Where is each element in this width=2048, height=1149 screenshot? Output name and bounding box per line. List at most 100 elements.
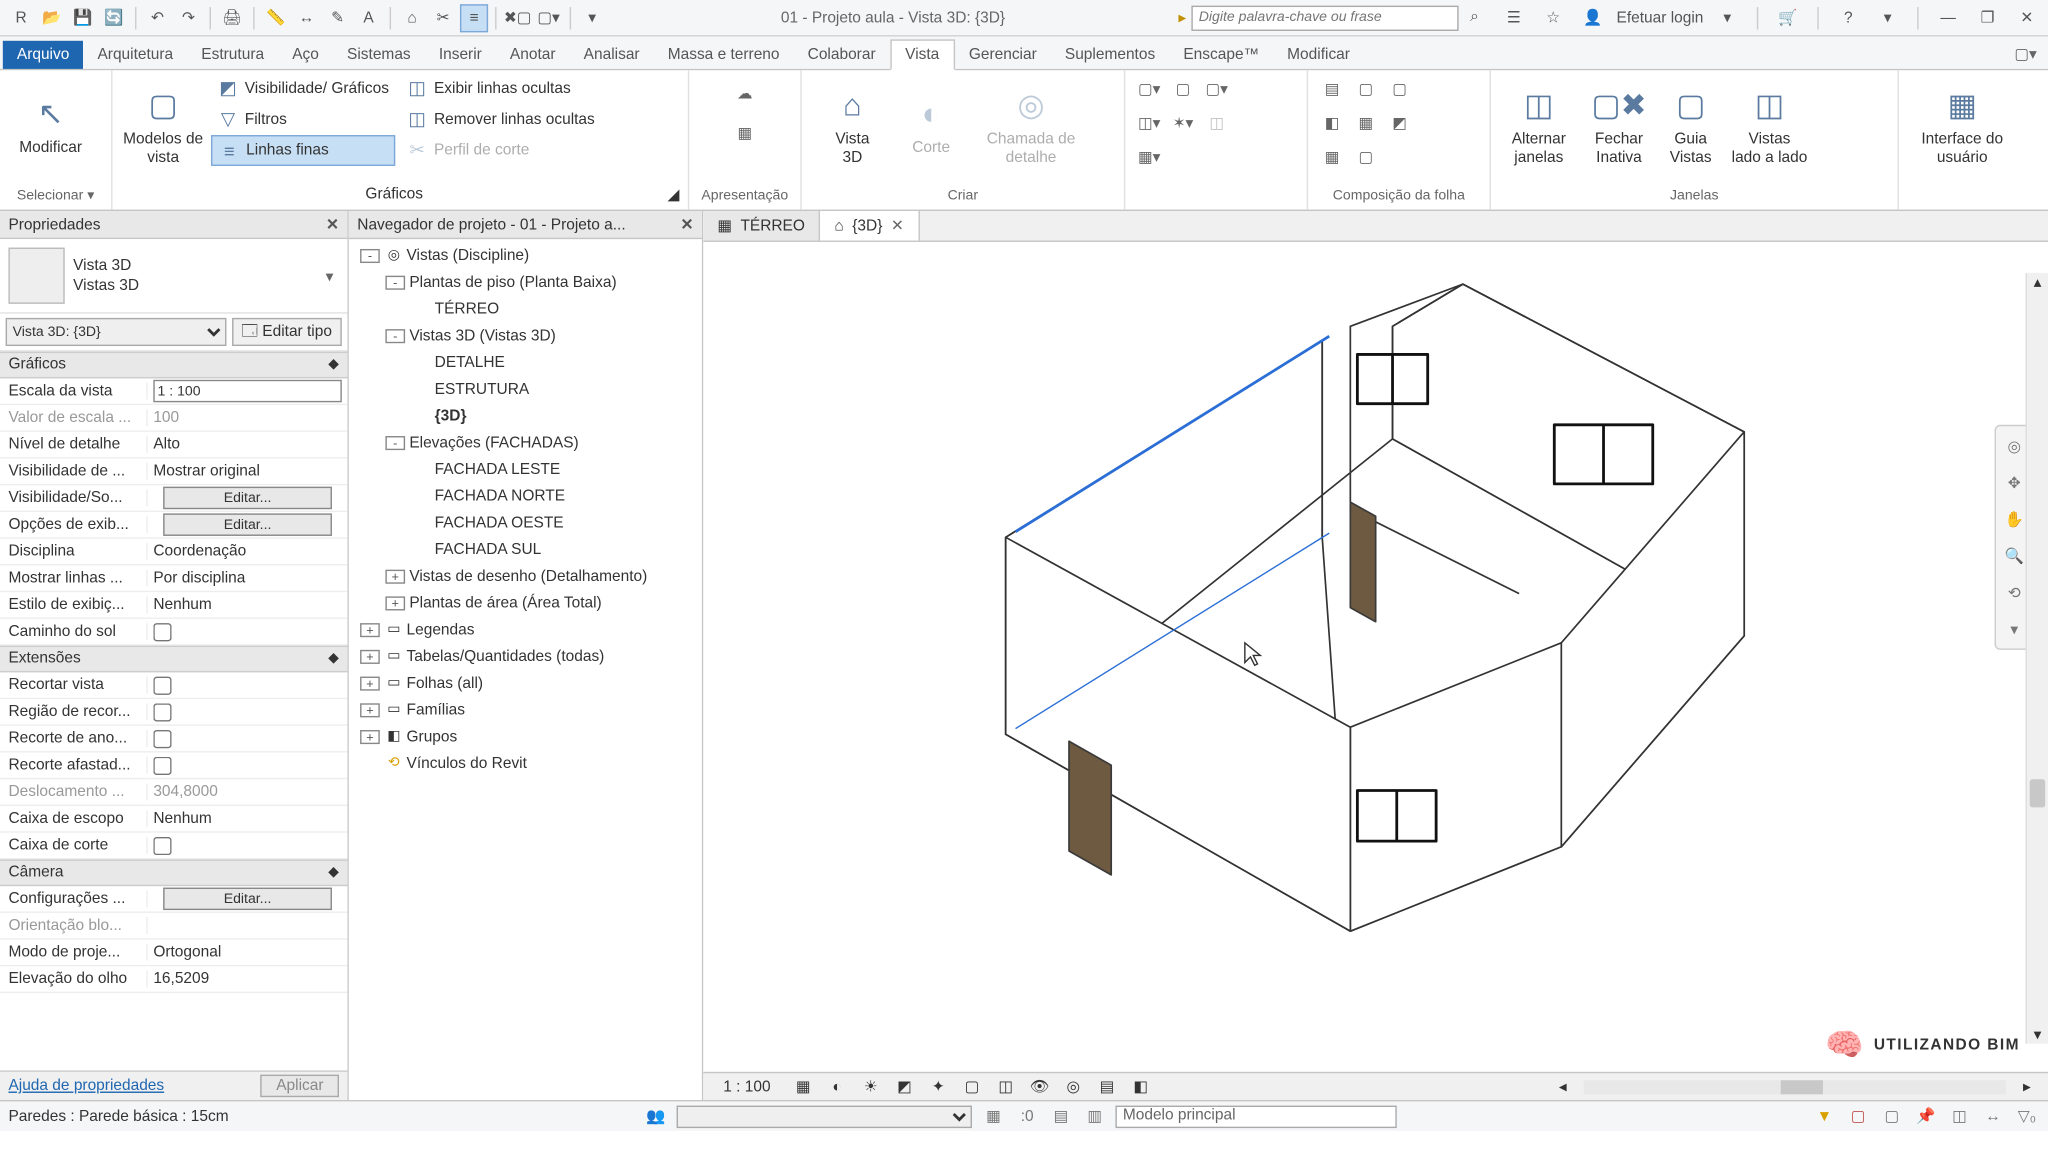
sel-pinned-icon[interactable]: 📌 [1913, 1105, 1938, 1128]
matchline2-icon[interactable]: ◩ [1384, 107, 1415, 138]
sync-icon[interactable]: 🔄 [100, 4, 128, 32]
prop-row[interactable]: Modo de proje...Ortogonal [0, 940, 347, 967]
viewref-icon[interactable]: ▦ [1317, 141, 1348, 172]
prop-value[interactable]: Nenhum [148, 596, 348, 613]
scope-icon[interactable]: ◫ [1201, 107, 1232, 138]
cut-profile-button[interactable]: ✂Perfil de corte [400, 135, 600, 166]
elevation-icon[interactable]: ▢ [1167, 73, 1198, 104]
rendering-icon[interactable]: ✦ [926, 1075, 951, 1098]
help-dropdown[interactable]: ▾ [1874, 4, 1902, 32]
tab-arquitetura[interactable]: Arquitetura [83, 41, 187, 69]
prop-row[interactable]: Mostrar linhas ...Por disciplina [0, 565, 347, 592]
vertical-scrollbar[interactable]: ▴▾ [2026, 273, 2048, 1044]
prop-category[interactable]: Extensões⬥ [0, 646, 347, 673]
prop-value[interactable]: 16,5209 [148, 971, 348, 988]
text-icon[interactable]: A [354, 4, 382, 32]
dimension-icon[interactable]: ↔ [293, 4, 321, 32]
sunpath-icon[interactable]: ☀ [858, 1075, 883, 1098]
main-model-icon[interactable]: ▤ [1048, 1105, 1073, 1128]
tab-file[interactable]: Arquivo [3, 41, 84, 69]
prop-input[interactable] [153, 380, 341, 403]
design-options-combo[interactable]: Modelo principal [1116, 1105, 1397, 1128]
tab-analisar[interactable]: Analisar [570, 41, 654, 69]
filters-button[interactable]: ▽Filtros [211, 104, 395, 135]
duplicate-icon[interactable]: ◫▾ [1134, 107, 1165, 138]
filter-count-icon[interactable]: ▽₀ [2014, 1105, 2039, 1128]
3dview-button[interactable]: ⌂Vista 3D [810, 73, 894, 177]
ribbon-collapse-icon[interactable]: ▢▾ [2003, 39, 2048, 69]
tree-twisty[interactable]: + [360, 622, 380, 636]
prop-row[interactable]: Escala da vista [0, 378, 347, 405]
prop-row[interactable]: Região de recor... [0, 699, 347, 726]
user-icon[interactable]: 👤 [1579, 4, 1607, 32]
close-icon[interactable]: ✕ [2013, 4, 2041, 32]
pan-icon[interactable]: ✋ [2000, 505, 2028, 533]
hscroll-right-icon[interactable]: ▸ [2014, 1075, 2039, 1098]
prop-row[interactable]: Estilo de exibiç...Nenhum [0, 592, 347, 619]
viewport-icon[interactable]: ▢ [1350, 141, 1381, 172]
search-apps-icon[interactable]: ⌕ [1460, 4, 1488, 32]
edit-type-button[interactable]: 🗔Editar tipo [231, 318, 341, 346]
view-tab[interactable]: ⌂{3D}✕ [820, 211, 919, 241]
properties-close-icon[interactable]: ✕ [326, 215, 339, 233]
sel-face-icon[interactable]: ◫ [1947, 1105, 1972, 1128]
schedules-icon[interactable]: ▦▾ [1134, 141, 1165, 172]
prop-row[interactable]: Nível de detalheAlto [0, 432, 347, 459]
tree-twisty[interactable]: - [360, 248, 380, 262]
unhide-icon[interactable]: 👁 [1027, 1075, 1052, 1098]
panel-present-label[interactable]: Apresentação [698, 186, 792, 207]
revisions-icon[interactable]: ◧ [1317, 107, 1348, 138]
tab-anotar[interactable]: Anotar [496, 41, 570, 69]
tree-node[interactable]: -Elevações (FACHADAS) [349, 429, 702, 456]
panel-select-label[interactable]: Selecionar ▾ [8, 186, 102, 207]
instance-selector[interactable]: Vista 3D: {3D} [6, 318, 226, 346]
browser-close-icon[interactable]: ✕ [680, 215, 693, 233]
visibility-graphics-button[interactable]: ◩Visibilidade/ Gráficos [211, 73, 395, 104]
editable-only-icon[interactable]: :0 [1015, 1105, 1040, 1128]
render-gallery-icon[interactable]: ▦ [722, 113, 767, 152]
prop-row[interactable]: Valor de escala ...100 [0, 405, 347, 432]
orbit-icon[interactable]: ⟲ [2000, 578, 2028, 606]
tree-twisty[interactable]: + [360, 649, 380, 663]
sel-filter-icon[interactable]: ▼ [1812, 1105, 1837, 1128]
revit-logo-icon[interactable]: R [7, 4, 35, 32]
crop-region-icon[interactable]: ◫ [993, 1075, 1018, 1098]
prop-row[interactable]: Recortar vista [0, 672, 347, 699]
sel-underlay-icon[interactable]: ▢ [1879, 1105, 1904, 1128]
view-icon[interactable]: ▢ [1350, 73, 1381, 104]
view-cube[interactable] [1893, 270, 2006, 383]
tree-node[interactable]: ⟲Vínculos do Revit [349, 750, 702, 777]
tree-twisty[interactable]: - [385, 328, 405, 342]
crop-icon[interactable]: ▢ [959, 1075, 984, 1098]
tree-node[interactable]: +▭Legendas [349, 616, 702, 643]
view-tab[interactable]: ▦TÉRREO [703, 211, 820, 241]
view-scale[interactable]: 1 : 100 [712, 1078, 782, 1095]
sheet-icon[interactable]: ▤ [1317, 73, 1348, 104]
tree-node[interactable]: +▭Famílias [349, 696, 702, 723]
prop-checkbox[interactable] [153, 622, 171, 640]
tab-sistemas[interactable]: Sistemas [333, 41, 425, 69]
detail-level-icon[interactable]: ▦ [791, 1075, 816, 1098]
tree-twisty[interactable]: + [360, 703, 380, 717]
comm-icon[interactable]: ☰ [1500, 4, 1528, 32]
help-icon[interactable]: ? [1834, 4, 1862, 32]
steering-icon[interactable]: ✥ [2000, 468, 2028, 496]
thin-lines-button[interactable]: ≡Linhas finas [211, 135, 395, 166]
viewport[interactable]: ◎ ✥ ✋ 🔍 ⟲ ▾ 🧠UTILIZANDO BIM ▴▾ [703, 242, 2048, 1072]
minimize-icon[interactable]: — [1934, 4, 1962, 32]
zoom-icon[interactable]: 🔍 [2000, 542, 2028, 570]
apply-button[interactable]: Aplicar [261, 1075, 339, 1098]
star-icon[interactable]: ☆ [1539, 4, 1567, 32]
tab-gerenciar[interactable]: Gerenciar [955, 41, 1051, 69]
sel-links-icon[interactable]: ▢ [1845, 1105, 1870, 1128]
prop-row[interactable]: Deslocamento ...304,8000 [0, 779, 347, 806]
scroll-down-icon[interactable]: ▾ [2027, 1025, 2048, 1043]
scroll-thumb[interactable] [2030, 779, 2045, 807]
tree-node[interactable]: +Plantas de área (Área Total) [349, 589, 702, 616]
prop-value[interactable]: 304,8000 [148, 783, 348, 800]
fullnav-icon[interactable]: ◎ [2000, 432, 2028, 460]
project-tree[interactable]: -◎Vistas (Discipline)-Plantas de piso (P… [349, 239, 702, 1100]
legends-icon[interactable]: ✶▾ [1167, 107, 1198, 138]
temp-hide-icon[interactable]: ◎ [1061, 1075, 1086, 1098]
prop-row[interactable]: Recorte afastad... [0, 753, 347, 780]
